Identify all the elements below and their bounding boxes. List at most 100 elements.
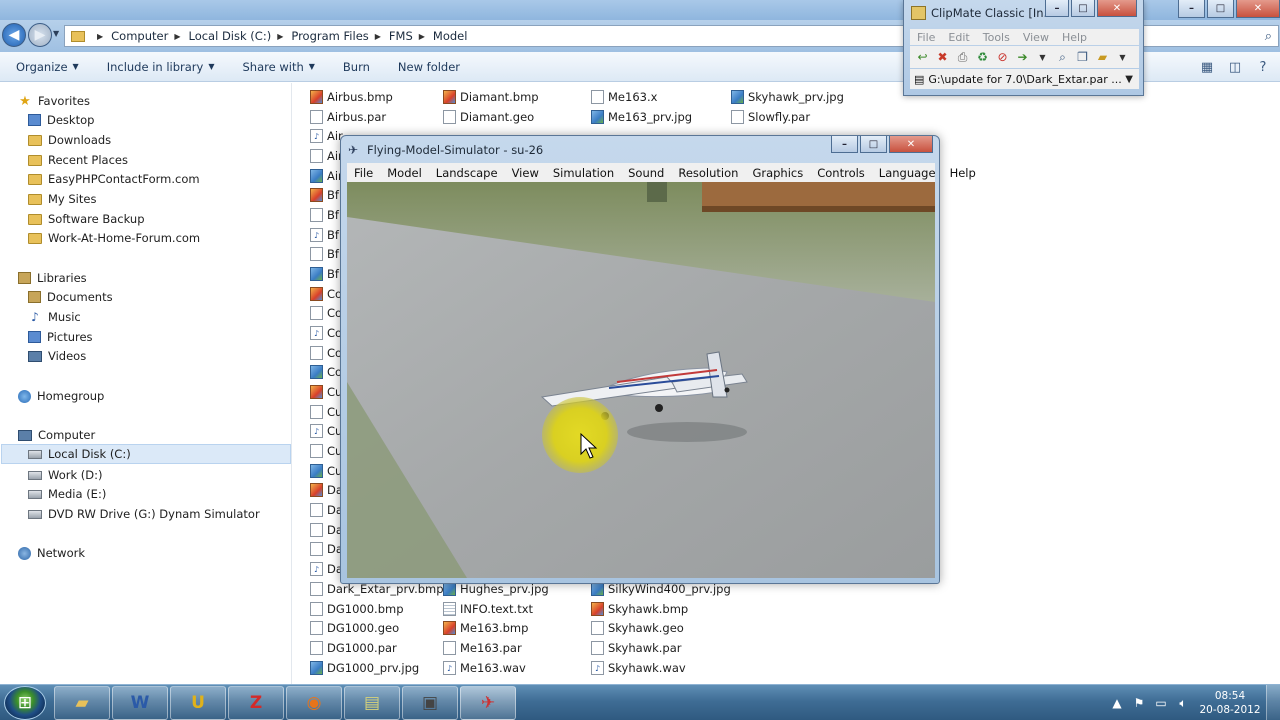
breadcrumb-computer[interactable]: Computer ▶ <box>111 29 188 43</box>
file-item[interactable]: Slowfly.par <box>731 108 810 126</box>
nav-downloads[interactable]: Downloads <box>28 130 111 150</box>
nav-music[interactable]: ♪ Music <box>28 307 81 327</box>
menu-tools[interactable]: Tools <box>976 31 1016 44</box>
chevron-down-icon[interactable]: ▼ <box>1125 74 1133 85</box>
file-item[interactable]: Air <box>310 147 343 165</box>
minimize-button[interactable]: – <box>1045 0 1069 17</box>
menu-help[interactable]: Help <box>943 166 983 180</box>
file-item[interactable]: Co <box>310 304 342 322</box>
network-icon[interactable]: ▭ <box>1150 696 1172 710</box>
nav-dvd-drive[interactable]: DVD RW Drive (G:) Dynam Simulator <box>28 504 260 524</box>
menu-language[interactable]: Language <box>872 166 943 180</box>
chevron-right-icon[interactable]: ▶ <box>174 32 180 41</box>
simulator-viewport[interactable] <box>347 182 935 578</box>
breadcrumb-program-files[interactable]: Program Files ▶ <box>291 29 389 43</box>
file-item[interactable]: Skyhawk.geo <box>591 619 684 637</box>
file-item[interactable]: Co <box>310 344 342 362</box>
nav-desktop[interactable]: Desktop <box>28 110 94 130</box>
file-item[interactable]: Diamant.bmp <box>443 88 539 106</box>
print-icon[interactable]: ⎙ <box>954 49 971 66</box>
file-item[interactable]: Air <box>310 167 343 185</box>
nav-favorites[interactable]: ★ Favorites <box>18 91 90 111</box>
help-icon[interactable]: ? <box>1254 58 1272 76</box>
start-button[interactable]: ⊞ <box>4 686 46 720</box>
file-item[interactable]: Da <box>310 540 343 558</box>
file-item[interactable]: DG1000.geo <box>310 619 399 637</box>
file-item[interactable]: DG1000.bmp <box>310 600 404 618</box>
close-button[interactable]: ✕ <box>1097 0 1137 17</box>
file-item[interactable]: Me163_prv.jpg <box>591 108 692 126</box>
nav-homegroup[interactable]: Homegroup <box>18 386 104 406</box>
window-icon[interactable]: ❐ <box>1074 49 1091 66</box>
file-item[interactable]: Cu <box>310 442 342 460</box>
taskbar-fms[interactable]: ✈ <box>460 686 516 720</box>
breadcrumb-local-disk[interactable]: Local Disk (C:) ▶ <box>188 29 291 43</box>
breadcrumb-fms[interactable]: FMS ▶ <box>389 29 433 43</box>
search-icon[interactable]: ⌕ <box>1054 49 1071 66</box>
file-item[interactable]: INFO.text.txt <box>443 600 533 618</box>
chevron-right-icon[interactable]: ▶ <box>277 32 283 41</box>
stop-icon[interactable]: ⊘ <box>994 49 1011 66</box>
file-item[interactable]: Co <box>310 363 342 381</box>
taskbar-explorer[interactable]: ▰ <box>54 686 110 720</box>
file-item[interactable]: Cu <box>310 462 342 480</box>
menu-controls[interactable]: Controls <box>810 166 872 180</box>
chevron-right-icon[interactable]: ▶ <box>419 32 425 41</box>
file-item[interactable]: Co <box>310 285 342 303</box>
recent-pages-button[interactable]: ▼ <box>53 29 59 38</box>
taskbar-recorder[interactable]: ▣ <box>402 686 458 720</box>
show-desktop-button[interactable] <box>1266 685 1280 720</box>
nav-pictures[interactable]: Pictures <box>28 327 93 347</box>
share-with-button[interactable]: Share with ▼ <box>227 60 327 74</box>
show-hidden-icons-icon[interactable]: ▲ <box>1106 696 1128 710</box>
menu-simulation[interactable]: Simulation <box>546 166 621 180</box>
nav-videos[interactable]: Videos <box>28 346 86 366</box>
file-item[interactable]: Diamant.geo <box>443 108 534 126</box>
minimize-button[interactable]: – <box>831 136 858 153</box>
menu-model[interactable]: Model <box>380 166 429 180</box>
nav-network[interactable]: Network <box>18 543 85 563</box>
menu-file[interactable]: File <box>347 166 380 180</box>
nav-computer[interactable]: Computer <box>18 425 95 445</box>
file-item[interactable]: Da <box>310 501 343 519</box>
file-item[interactable]: ♪ Skyhawk.wav <box>591 659 686 677</box>
recycle-icon[interactable]: ♻ <box>974 49 991 66</box>
menu-landscape[interactable]: Landscape <box>429 166 505 180</box>
taskbar-word[interactable]: W <box>112 686 168 720</box>
menu-file[interactable]: File <box>910 31 941 44</box>
file-item[interactable]: Me163.par <box>443 639 522 657</box>
nav-documents[interactable]: Documents <box>28 287 113 307</box>
new-folder-button[interactable]: New folder <box>382 60 472 74</box>
taskbar-filezilla[interactable]: Z <box>228 686 284 720</box>
chevron-right-icon[interactable]: ▶ <box>97 32 103 41</box>
file-item[interactable]: Me163.x <box>591 88 657 106</box>
nav-recent-places[interactable]: Recent Places <box>28 150 128 170</box>
clock[interactable]: 08:54 20-08-2012 <box>1198 689 1262 717</box>
preview-pane-icon[interactable]: ◫ <box>1226 58 1244 76</box>
file-item[interactable]: Skyhawk.par <box>591 639 682 657</box>
file-item[interactable]: ♪ Co <box>310 324 342 342</box>
menu-view[interactable]: View <box>505 166 546 180</box>
file-item[interactable]: Me163.bmp <box>443 619 528 637</box>
paste-icon[interactable]: ➔ <box>1014 49 1031 66</box>
nav-work-drive[interactable]: Work (D:) <box>28 465 102 485</box>
file-item[interactable]: ♪ Da <box>310 560 343 578</box>
menu-edit[interactable]: Edit <box>941 31 975 44</box>
delete-icon[interactable]: ✖ <box>934 49 951 66</box>
taskbar-notes[interactable]: ▤ <box>344 686 400 720</box>
nav-easyphp[interactable]: EasyPHPContactForm.com <box>28 169 200 189</box>
close-button[interactable]: ✕ <box>889 136 933 153</box>
folder-icon[interactable]: ▰ <box>1094 49 1111 66</box>
nav-work-at-home[interactable]: Work-At-Home-Forum.com <box>28 228 200 248</box>
file-item[interactable]: ♪ Air <box>310 127 343 145</box>
file-item[interactable]: Da <box>310 521 343 539</box>
file-item[interactable]: DG1000_prv.jpg <box>310 659 419 677</box>
include-in-library-button[interactable]: Include in library ▼ <box>91 60 227 74</box>
chevron-right-icon[interactable]: ▶ <box>375 32 381 41</box>
file-item[interactable]: DG1000.par <box>310 639 397 657</box>
chevron-down-icon[interactable]: ▼ <box>1034 49 1051 66</box>
file-item[interactable]: Cu <box>310 383 342 401</box>
forward-button[interactable]: ▶ <box>28 23 52 47</box>
menu-help[interactable]: Help <box>1055 31 1093 44</box>
organize-button[interactable]: Organize ▼ <box>0 60 91 74</box>
